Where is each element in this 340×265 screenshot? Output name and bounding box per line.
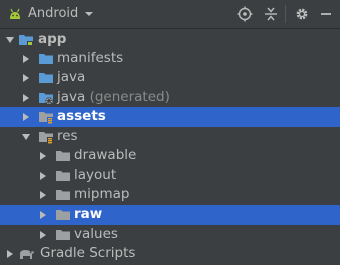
collapsed-arrow-icon[interactable]: [38, 151, 48, 161]
collapsed-arrow-icon[interactable]: [38, 230, 48, 240]
collapsed-arrow-icon[interactable]: [38, 171, 48, 181]
tree-item-app[interactable]: app: [0, 30, 340, 50]
tree-item-label: raw: [74, 206, 103, 222]
tree-item-label: app: [38, 31, 67, 47]
project-toolbar: Android: [0, 0, 340, 29]
folder-icon: [56, 171, 70, 181]
module-folder-icon: [19, 35, 33, 46]
generated-suffix: (generated): [89, 89, 170, 105]
tree-item-assets[interactable]: assets: [0, 107, 340, 127]
tree-item-label: drawable: [74, 147, 137, 163]
tree-item-label: java: [57, 69, 86, 85]
tree-item-label-main: java: [57, 89, 86, 105]
folder-icon: [56, 151, 70, 161]
tree-item-label: manifests: [57, 50, 124, 66]
collapsed-arrow-icon[interactable]: [21, 93, 31, 103]
tree-item-manifests[interactable]: manifests: [0, 49, 340, 69]
folder-icon: [39, 54, 53, 64]
collapsed-arrow-icon[interactable]: [38, 190, 48, 200]
tree-item-label: mipmap: [74, 186, 130, 202]
tree-item-raw[interactable]: raw: [0, 205, 340, 225]
folder-icon: [56, 230, 70, 240]
tree-item-mipmap[interactable]: mipmap: [0, 185, 340, 205]
collapsed-arrow-icon[interactable]: [21, 112, 31, 122]
res-folder-icon: [39, 132, 53, 144]
folder-icon: [56, 190, 70, 200]
toolbar-divider: [285, 5, 286, 23]
tree-item-res[interactable]: res: [0, 127, 340, 147]
tree-item-gradle-scripts[interactable]: Gradle Scripts: [0, 244, 340, 264]
collapsed-arrow-icon[interactable]: [38, 210, 48, 220]
collapsed-arrow-icon[interactable]: [21, 54, 31, 64]
tree-item-label: res: [57, 128, 78, 144]
view-selector-label[interactable]: Android: [28, 6, 78, 21]
tree-item-values[interactable]: values: [0, 225, 340, 245]
tree-item-label: assets: [57, 108, 106, 124]
tree-item-label: Gradle Scripts: [40, 245, 136, 261]
tree-item-label: values: [74, 226, 118, 242]
folder-icon: [56, 210, 70, 220]
generated-folder-icon: [39, 93, 53, 105]
locate-icon[interactable]: [237, 6, 253, 22]
android-icon: [10, 8, 20, 19]
folder-icon: [39, 73, 53, 83]
settings-gear-icon[interactable]: [294, 6, 310, 22]
tree-item-label: layout: [74, 167, 117, 183]
tree-item-layout[interactable]: layout: [0, 166, 340, 186]
expanded-arrow-icon[interactable]: [5, 35, 15, 45]
tree-item-drawable[interactable]: drawable: [0, 146, 340, 166]
collapsed-arrow-icon[interactable]: [21, 73, 31, 83]
tree-item-java-generated[interactable]: java (generated): [0, 88, 340, 108]
hide-panel-icon[interactable]: [318, 6, 334, 22]
assets-folder-icon: [39, 112, 53, 124]
expanded-arrow-icon[interactable]: [21, 132, 31, 142]
dropdown-caret-icon[interactable]: [84, 10, 94, 18]
tree-item-label: java (generated): [57, 89, 170, 105]
collapse-all-icon[interactable]: [263, 6, 279, 22]
tree-item-java[interactable]: java: [0, 68, 340, 88]
collapsed-arrow-icon[interactable]: [5, 249, 15, 259]
gradle-elephant-icon: [20, 250, 34, 259]
